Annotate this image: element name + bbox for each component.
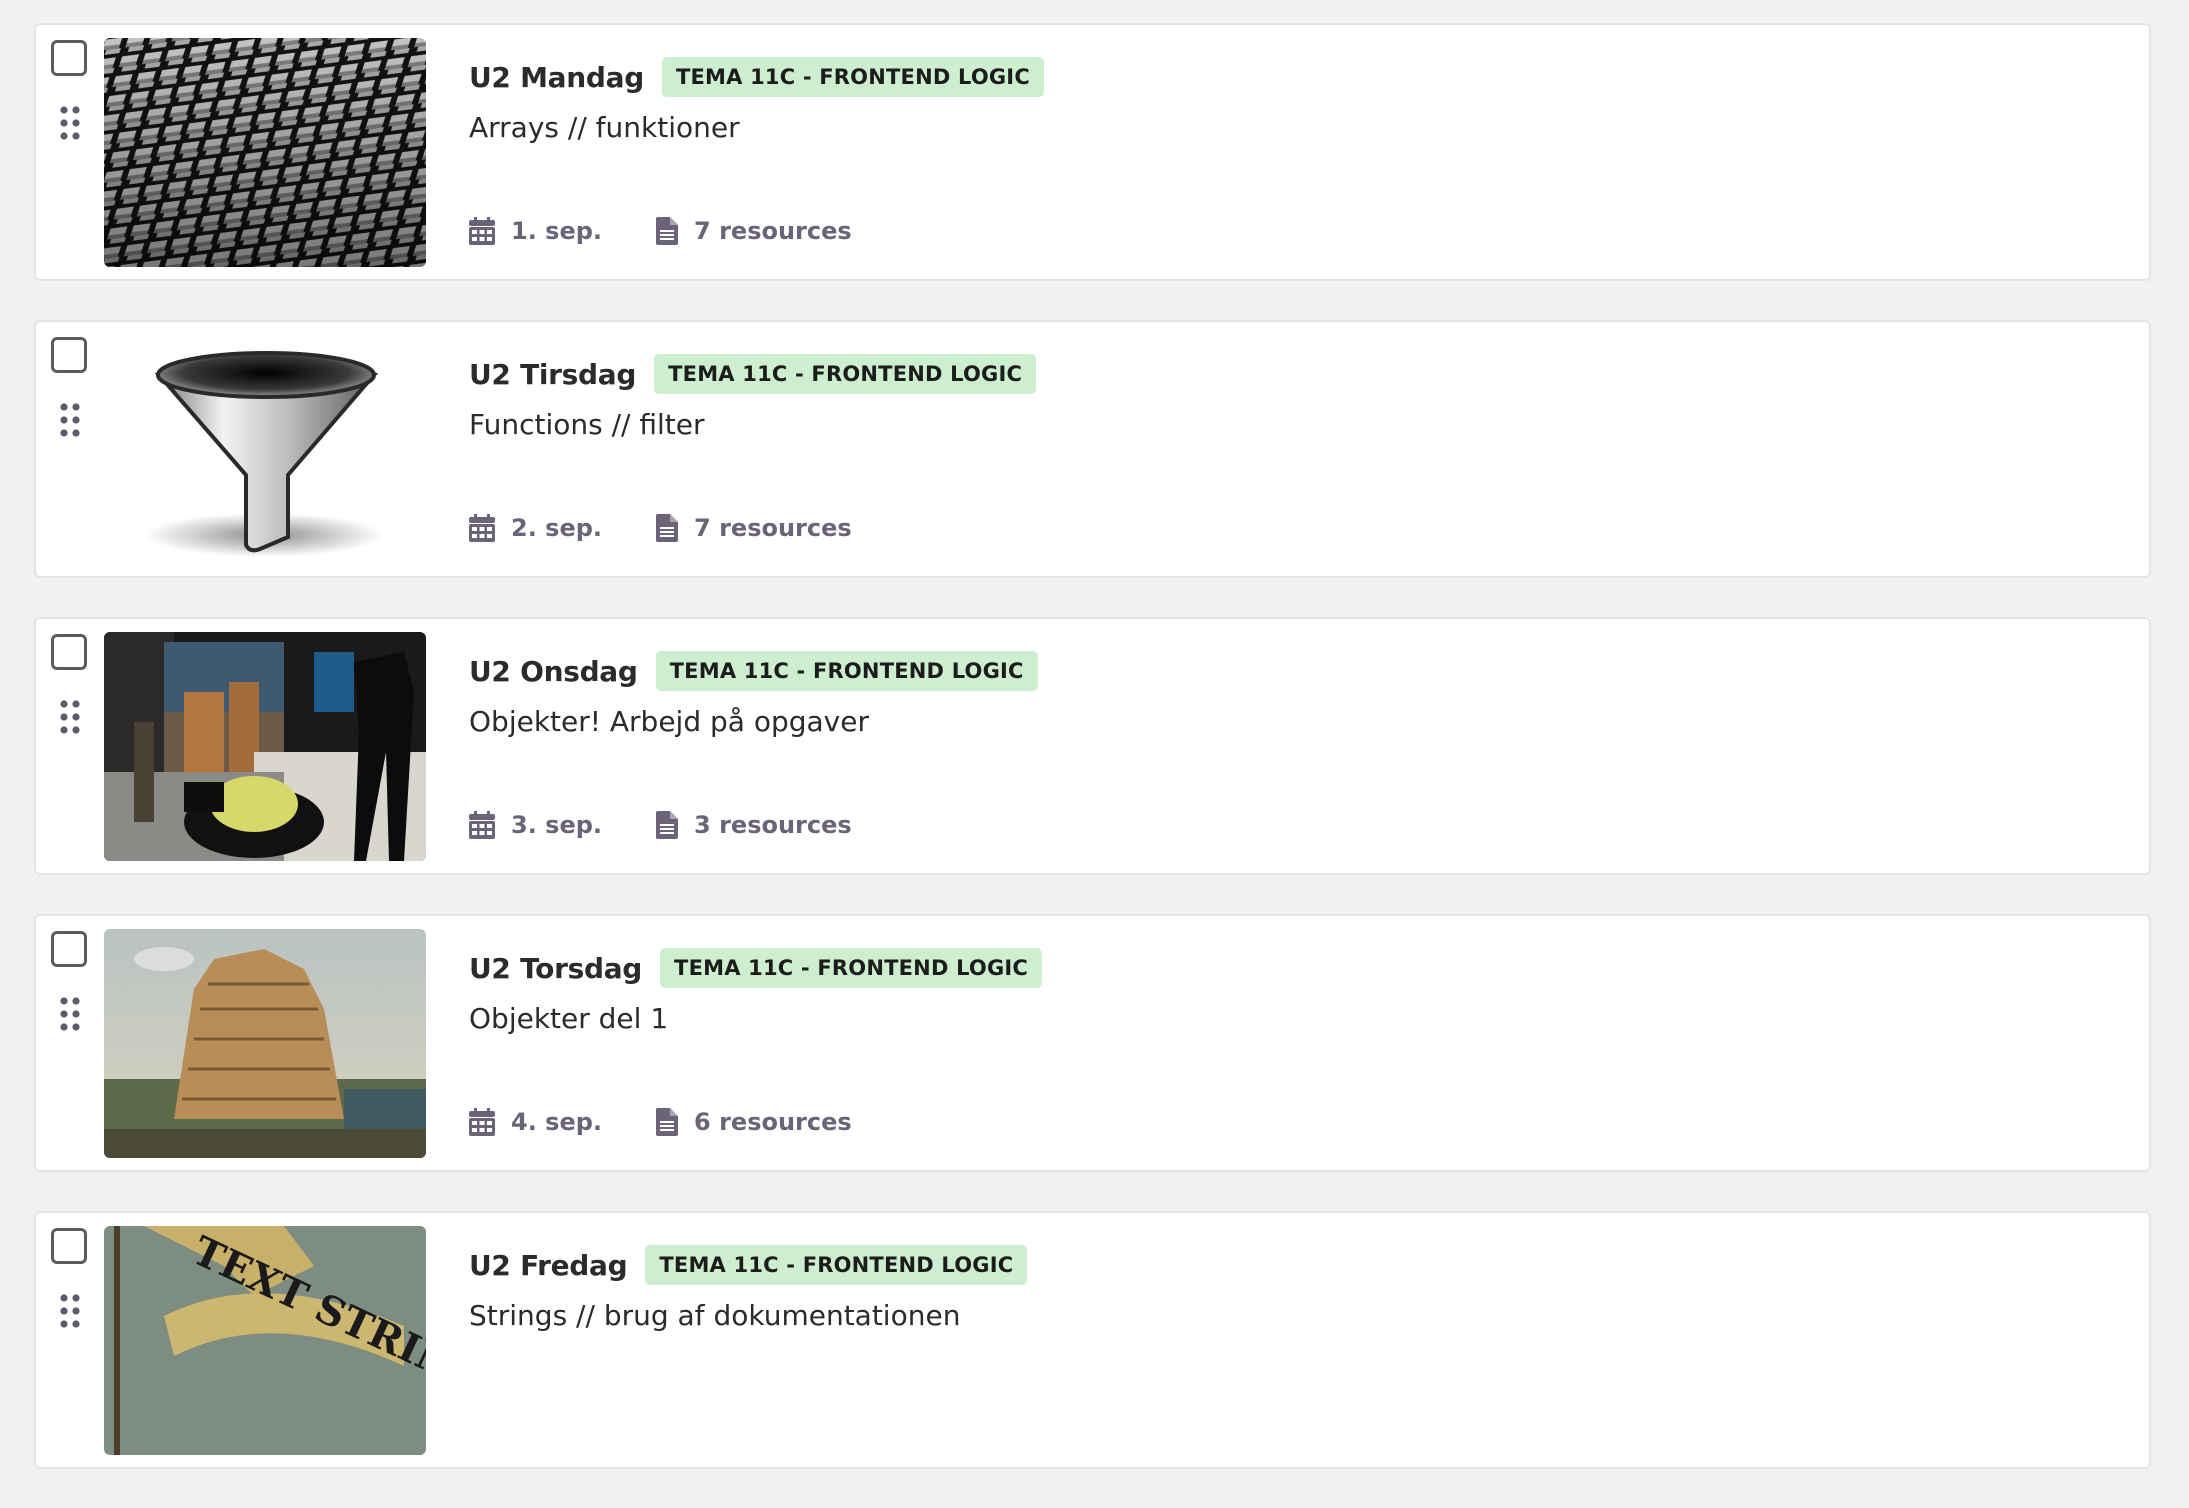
lesson-title[interactable]: U2 Mandag — [469, 61, 644, 94]
topic-tag: TEMA 11C - FRONTEND LOGIC — [660, 948, 1043, 988]
lesson-card[interactable]: U2 Mandag TEMA 11C - FRONTEND LOGIC Arra… — [34, 23, 2151, 281]
lesson-title[interactable]: U2 Onsdag — [469, 655, 638, 688]
resources-count: 3 resources — [694, 811, 852, 839]
lesson-thumbnail-blocks[interactable] — [104, 38, 426, 267]
lesson-list: U2 Mandag TEMA 11C - FRONTEND LOGIC Arra… — [34, 23, 2151, 1508]
lesson-meta: 3. sep. 3 resources — [469, 811, 852, 839]
lesson-resources[interactable]: 6 resources — [656, 1108, 852, 1136]
resources-count: 7 resources — [694, 217, 852, 245]
select-checkbox[interactable] — [51, 634, 87, 670]
lesson-meta: 4. sep. 6 resources — [469, 1108, 852, 1136]
topic-tag: TEMA 11C - FRONTEND LOGIC — [655, 651, 1038, 691]
drag-handle-icon[interactable] — [58, 1293, 82, 1329]
lesson-title[interactable]: U2 Fredag — [469, 1249, 628, 1282]
lesson-date: 3. sep. — [469, 811, 602, 839]
document-icon — [656, 514, 679, 542]
calendar-icon — [469, 811, 495, 839]
calendar-icon — [469, 1108, 495, 1136]
lesson-resources[interactable]: 7 resources — [656, 514, 852, 542]
lesson-meta: 1. sep. 7 resources — [469, 217, 852, 245]
lesson-content: U2 Onsdag TEMA 11C - FRONTEND LOGIC Obje… — [469, 649, 2129, 738]
select-checkbox[interactable] — [51, 337, 87, 373]
lesson-date: 2. sep. — [469, 514, 602, 542]
lesson-thumbnail-funnel[interactable] — [104, 335, 426, 564]
lesson-subtitle: Arrays // funktioner — [469, 111, 740, 144]
topic-tag: TEMA 11C - FRONTEND LOGIC — [645, 1245, 1028, 1285]
lesson-title[interactable]: U2 Tirsdag — [469, 358, 636, 391]
lesson-date: 4. sep. — [469, 1108, 602, 1136]
lesson-content: U2 Mandag TEMA 11C - FRONTEND LOGIC Arra… — [469, 55, 2129, 144]
select-checkbox[interactable] — [51, 40, 87, 76]
topic-tag: TEMA 11C - FRONTEND LOGIC — [654, 354, 1037, 394]
date-text: 1. sep. — [511, 217, 603, 245]
topic-tag: TEMA 11C - FRONTEND LOGIC — [661, 57, 1044, 97]
document-icon — [656, 1108, 679, 1136]
lesson-resources[interactable]: 7 resources — [656, 217, 852, 245]
lesson-content: U2 Torsdag TEMA 11C - FRONTEND LOGIC Obj… — [469, 946, 2129, 1035]
lesson-meta: 2. sep. 7 resources — [469, 514, 852, 542]
lesson-content: U2 Fredag TEMA 11C - FRONTEND LOGIC Stri… — [469, 1243, 2129, 1332]
lesson-thumbnail-babel[interactable] — [104, 929, 426, 1158]
lesson-content: U2 Tirsdag TEMA 11C - FRONTEND LOGIC Fun… — [469, 352, 2129, 441]
date-text: 4. sep. — [511, 1108, 603, 1136]
date-text: 2. sep. — [511, 514, 603, 542]
select-checkbox[interactable] — [51, 931, 87, 967]
lesson-card[interactable]: U2 Onsdag TEMA 11C - FRONTEND LOGIC Obje… — [34, 617, 2151, 875]
lesson-card[interactable]: U2 Tirsdag TEMA 11C - FRONTEND LOGIC Fun… — [34, 320, 2151, 578]
lesson-subtitle: Functions // filter — [469, 408, 705, 441]
lesson-resources[interactable]: 3 resources — [656, 811, 852, 839]
lesson-thumbnail-text-string[interactable]: TEXT STRING — [104, 1226, 426, 1455]
lesson-subtitle: Strings // brug af dokumentationen — [469, 1299, 961, 1332]
lesson-date: 1. sep. — [469, 217, 602, 245]
calendar-icon — [469, 217, 495, 245]
date-text: 3. sep. — [511, 811, 603, 839]
drag-handle-icon[interactable] — [58, 699, 82, 735]
lesson-card[interactable]: U2 Torsdag TEMA 11C - FRONTEND LOGIC Obj… — [34, 914, 2151, 1172]
lesson-card[interactable]: TEXT STRING U2 Fredag TEMA 11C - FRONTEN… — [34, 1211, 2151, 1469]
document-icon — [656, 811, 679, 839]
lesson-title[interactable]: U2 Torsdag — [469, 952, 642, 985]
resources-count: 7 resources — [694, 514, 852, 542]
calendar-icon — [469, 514, 495, 542]
resources-count: 6 resources — [694, 1108, 852, 1136]
lesson-thumbnail-museum[interactable] — [104, 632, 426, 861]
drag-handle-icon[interactable] — [58, 402, 82, 438]
select-checkbox[interactable] — [51, 1228, 87, 1264]
drag-handle-icon[interactable] — [58, 996, 82, 1032]
document-icon — [656, 217, 679, 245]
lesson-subtitle: Objekter del 1 — [469, 1002, 669, 1035]
drag-handle-icon[interactable] — [58, 105, 82, 141]
lesson-subtitle: Objekter! Arbejd på opgaver — [469, 705, 869, 738]
